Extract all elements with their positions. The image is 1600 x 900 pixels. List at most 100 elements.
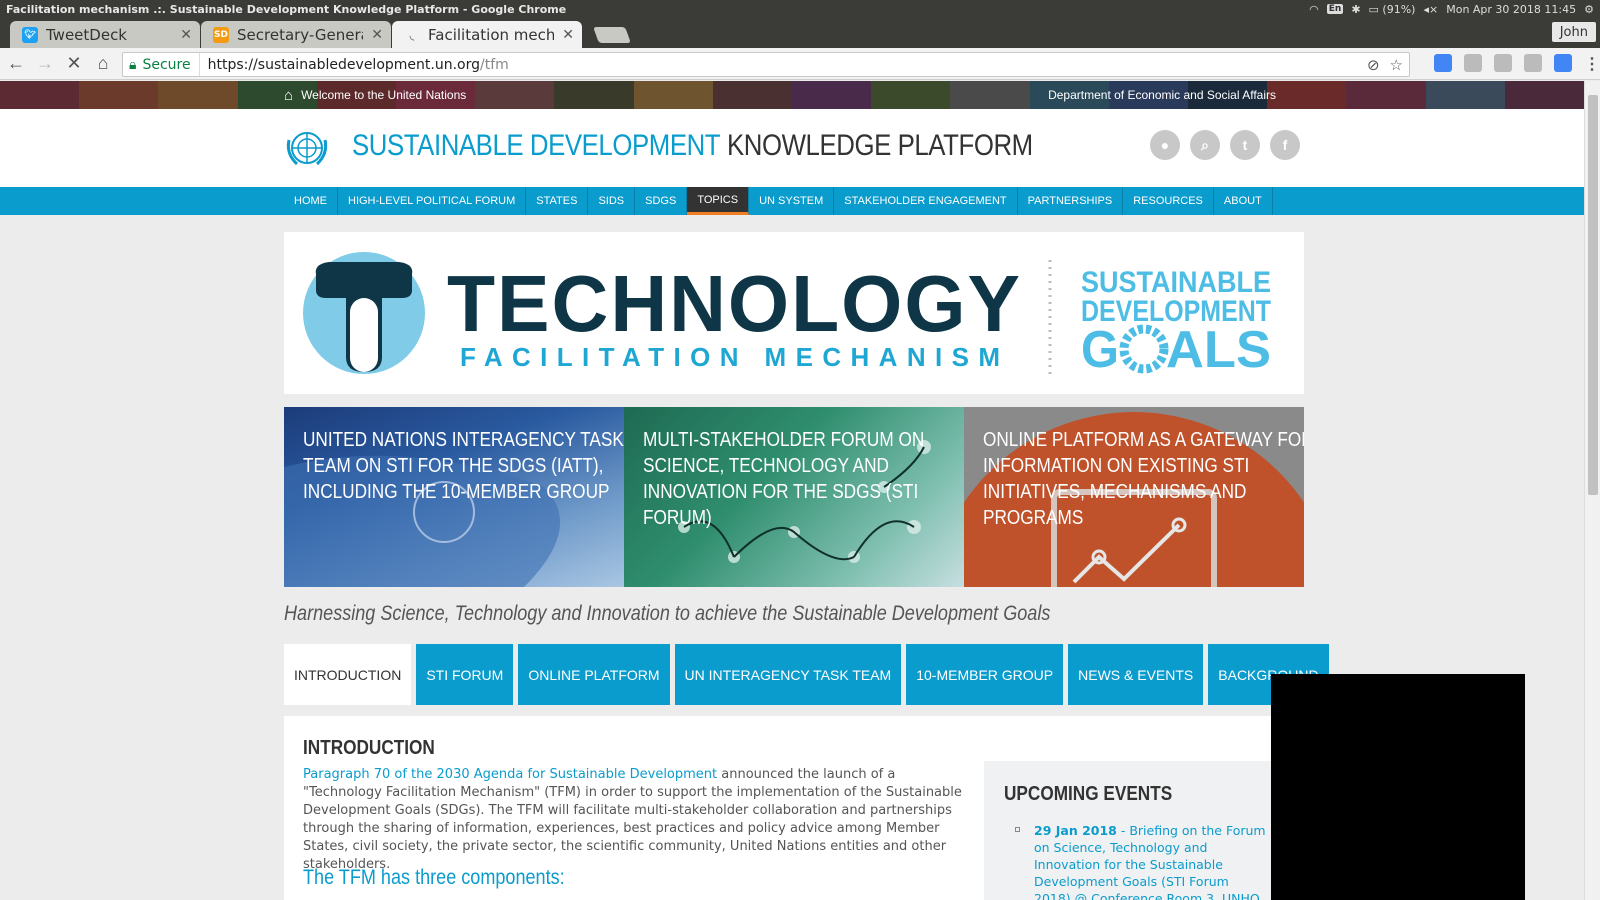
nav-item-home[interactable]: HOME xyxy=(284,187,338,215)
loading-spinner-icon: ◟ xyxy=(409,27,415,42)
events-heading: UPCOMING EVENTS xyxy=(1004,783,1173,805)
new-tab-button[interactable] xyxy=(593,27,631,43)
user-login-icon[interactable]: ● xyxy=(1150,130,1180,160)
sdg-wheel-icon xyxy=(1119,324,1169,374)
sd-favicon-icon: SD xyxy=(213,26,229,43)
nav-item-resources[interactable]: RESOURCES xyxy=(1123,187,1214,215)
subnav-tab-sti-forum[interactable]: STI FORUM xyxy=(416,644,514,705)
intro-section: INTRODUCTION Paragraph 70 of the 2030 Ag… xyxy=(284,716,1298,900)
camera-extension-icon[interactable] xyxy=(1524,54,1542,72)
tile-online-platform-title: ONLINE PLATFORM AS A GATEWAY FOR INFORMA… xyxy=(983,429,1304,529)
secure-indicator[interactable]: 🔒︎ Secure xyxy=(123,53,200,76)
system-tray: ◠ En ✱ ▭ (91%) ◂× Mon Apr 30 2018 11:45 … xyxy=(1309,0,1594,18)
secure-label: Secure xyxy=(142,56,191,73)
technology-facilitation-logo: TECHNOLOGY FACILITATION MECHANISM SUSTAI… xyxy=(303,252,1271,379)
home-icon: ⌂ xyxy=(284,86,294,104)
close-tab-icon[interactable]: ✕ xyxy=(371,27,383,43)
page-scrollbar[interactable] xyxy=(1584,81,1600,900)
welcome-text: Welcome to the United Nations xyxy=(301,88,467,102)
url-path: /tfm xyxy=(480,56,509,73)
tab-facilitation-mechanism[interactable]: ◟ Facilitation mechan ✕ xyxy=(392,21,582,48)
chrome-menu-icon[interactable]: ⋮ xyxy=(1584,54,1600,74)
wifi-icon[interactable]: ◠ xyxy=(1309,3,1319,16)
tab-label: Facilitation mechan xyxy=(428,25,555,44)
nav-item-sdgs[interactable]: SDGS xyxy=(635,187,688,215)
home-icon[interactable]: ⌂ xyxy=(90,51,116,77)
site-info-icon[interactable]: ⊘ xyxy=(1367,56,1380,74)
banner-subtitle: FACILITATION MECHANISM xyxy=(460,342,1000,372)
sdg-line-3a: G xyxy=(1081,321,1119,379)
extension-icon[interactable] xyxy=(1434,54,1452,72)
components-heading: The TFM has three components: xyxy=(303,866,565,889)
subnav-tab-un-interagency-task-team[interactable]: UN INTERAGENCY TASK TEAM xyxy=(674,644,902,705)
window-title: Facilitation mechanism .:. Sustainable D… xyxy=(6,2,567,16)
nav-item-about[interactable]: ABOUT xyxy=(1214,187,1273,215)
battery-status[interactable]: ▭ (91%) xyxy=(1369,3,1416,16)
twitter-icon[interactable]: t xyxy=(1230,130,1260,160)
tile-sti-forum[interactable]: MULTI-STAKEHOLDER FORUM ON SCIENCE, TECH… xyxy=(624,407,964,587)
clock[interactable]: Mon Apr 30 2018 11:45 xyxy=(1446,3,1576,16)
nav-item-un-system[interactable]: UN SYSTEM xyxy=(749,187,835,215)
nav-item-partnerships[interactable]: PARTNERSHIPS xyxy=(1018,187,1124,215)
facebook-icon[interactable]: f xyxy=(1270,130,1300,160)
address-bar[interactable]: 🔒︎ Secure https://sustainabledevelopment… xyxy=(122,52,1410,77)
web-page: ⌂ Welcome to the United Nations Departme… xyxy=(0,81,1584,900)
tfm-banner[interactable]: TECHNOLOGY FACILITATION MECHANISM SUSTAI… xyxy=(284,232,1304,394)
upcoming-events-panel: UPCOMING EVENTS 29 Jan 2018 - Briefing o… xyxy=(984,761,1284,900)
translate-extension-icon[interactable] xyxy=(1554,54,1572,72)
forward-arrow-icon[interactable]: → xyxy=(32,51,58,77)
rss-extension-icon[interactable] xyxy=(1464,54,1482,72)
subnav-tab-news-events[interactable]: NEWS & EVENTS xyxy=(1068,644,1204,705)
site-title[interactable]: SUSTAINABLE DEVELOPMENT KNOWLEDGE PLATFOR… xyxy=(352,129,1033,163)
nav-item-states[interactable]: STATES xyxy=(526,187,589,215)
event-item[interactable]: 29 Jan 2018 - Briefing on the Forum on S… xyxy=(1034,822,1269,900)
tfm-subnav: INTRODUCTION STI FORUM ONLINE PLATFORM UN I… xyxy=(284,644,1329,705)
intro-text: announced the launch of a "Technology Fa… xyxy=(303,767,962,872)
tab-strip: 🐦︎ TweetDeck ✕ SD Secretary-General a ✕ … xyxy=(0,18,1600,48)
tile-online-platform[interactable]: ONLINE PLATFORM AS A GATEWAY FOR INFORMA… xyxy=(964,407,1304,587)
nav-item-topics[interactable]: TOPICS xyxy=(687,187,750,215)
profile-button[interactable]: John xyxy=(1551,22,1596,42)
twitter-icon: 🐦︎ xyxy=(22,26,38,43)
tab-tweetdeck[interactable]: 🐦︎ TweetDeck ✕ xyxy=(10,21,200,48)
nav-item-stakeholder-engagement[interactable]: STAKEHOLDER ENGAGEMENT xyxy=(834,187,1018,215)
bluetooth-icon[interactable]: ✱ xyxy=(1351,3,1360,16)
agenda-paragraph-link[interactable]: Paragraph 70 of the 2030 Agenda for Sust… xyxy=(303,767,717,782)
welcome-link[interactable]: ⌂ Welcome to the United Nations xyxy=(284,87,466,104)
un-emblem-icon[interactable] xyxy=(283,128,331,170)
subnav-tab-10-member-group[interactable]: 10-MEMBER GROUP xyxy=(906,644,1064,705)
tagline: Harnessing Science, Technology and Innov… xyxy=(284,602,1051,625)
banner-title: TECHNOLOGY xyxy=(447,259,1022,348)
back-arrow-icon[interactable]: ← xyxy=(3,51,29,77)
bookmark-star-icon[interactable]: ☆ xyxy=(1390,56,1403,74)
header-icons: ● ⌕ t f xyxy=(1150,130,1300,160)
subnav-tab-introduction[interactable]: INTRODUCTION xyxy=(284,644,412,705)
close-tab-icon[interactable]: ✕ xyxy=(562,27,574,43)
os-title-bar: Facilitation mechanism .:. Sustainable D… xyxy=(0,0,1600,18)
site-title-sub: KNOWLEDGE PLATFORM xyxy=(727,129,1033,162)
settings-gear-icon[interactable]: ⚙ xyxy=(1584,3,1594,16)
site-title-main: SUSTAINABLE DEVELOPMENT xyxy=(352,129,721,162)
browser-toolbar: ← → ✕ ⌂ 🔒︎ Secure https://sustainabledev… xyxy=(0,48,1600,80)
tab-secretary-general[interactable]: SD Secretary-General a ✕ xyxy=(201,21,391,48)
volume-icon[interactable]: ◂× xyxy=(1423,3,1438,16)
close-tab-icon[interactable]: ✕ xyxy=(180,27,192,43)
stop-loading-icon[interactable]: ✕ xyxy=(61,51,87,77)
desa-link[interactable]: Department of Economic and Social Affair… xyxy=(1048,88,1276,102)
subnav-tab-online-platform[interactable]: ONLINE PLATFORM xyxy=(518,644,670,705)
intro-paragraph: Paragraph 70 of the 2030 Agenda for Sust… xyxy=(303,766,963,874)
nav-item-high-level-political-forum[interactable]: HIGH-LEVEL POLITICAL FORUM xyxy=(338,187,527,215)
tile-sti-forum-title: MULTI-STAKEHOLDER FORUM ON SCIENCE, TECH… xyxy=(643,429,925,529)
feature-tiles: UNITED NATIONS INTERAGENCY TASK TEAM ON … xyxy=(284,407,1304,587)
tile-iatt[interactable]: UNITED NATIONS INTERAGENCY TASK TEAM ON … xyxy=(284,407,624,587)
scrollbar-thumb[interactable] xyxy=(1588,95,1598,495)
language-indicator[interactable]: En xyxy=(1326,4,1344,14)
url-text[interactable]: https://sustainabledevelopment.un.org/tf… xyxy=(200,57,509,73)
puzzle-extension-icon[interactable] xyxy=(1494,54,1512,72)
event-date: 29 Jan 2018 xyxy=(1034,823,1117,838)
search-icon[interactable]: ⌕ xyxy=(1190,130,1220,160)
tile-iatt-title: UNITED NATIONS INTERAGENCY TASK TEAM ON … xyxy=(303,429,624,503)
nav-item-sids[interactable]: SIDS xyxy=(588,187,636,215)
site-header: SUSTAINABLE DEVELOPMENT KNOWLEDGE PLATFOR… xyxy=(0,109,1584,187)
battery-percent: (91%) xyxy=(1382,2,1416,16)
